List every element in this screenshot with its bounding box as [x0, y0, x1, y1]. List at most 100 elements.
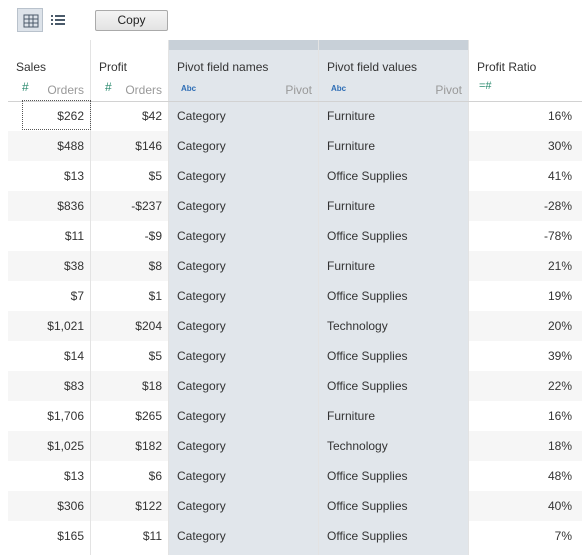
- cell-pivot-field-name[interactable]: Category: [177, 221, 312, 251]
- cell-pivot-field-value[interactable]: Office Supplies: [327, 221, 462, 251]
- cell-sales[interactable]: $306: [14, 491, 84, 521]
- table-row[interactable]: $836 -$237 Category Furniture -28%: [8, 191, 582, 221]
- table-row[interactable]: $1,025 $182 Category Technology 18%: [8, 431, 582, 461]
- table-row[interactable]: $1,706 $265 Category Furniture 16%: [8, 401, 582, 431]
- cell-pivot-field-name[interactable]: Category: [177, 431, 312, 461]
- table-row[interactable]: $488 $146 Category Furniture 30%: [8, 131, 582, 161]
- cell-profit[interactable]: $6: [96, 461, 162, 491]
- table-row[interactable]: $306 $122 Category Office Supplies 40%: [8, 491, 582, 521]
- cell-profit-ratio[interactable]: 16%: [474, 401, 572, 431]
- cell-pivot-field-value[interactable]: Furniture: [327, 101, 462, 131]
- cell-profit[interactable]: $265: [96, 401, 162, 431]
- cell-profit[interactable]: $1: [96, 281, 162, 311]
- cell-pivot-field-value[interactable]: Office Supplies: [327, 371, 462, 401]
- table-row[interactable]: $83 $18 Category Office Supplies 22%: [8, 371, 582, 401]
- cell-profit-ratio[interactable]: 19%: [474, 281, 572, 311]
- cell-sales[interactable]: $1,021: [14, 311, 84, 341]
- table-row[interactable]: $165 $11 Category Office Supplies 7%: [8, 521, 582, 551]
- cell-profit[interactable]: $204: [96, 311, 162, 341]
- table-row[interactable]: $11 -$9 Category Office Supplies -78%: [8, 221, 582, 251]
- cell-profit[interactable]: $18: [96, 371, 162, 401]
- cell-sales[interactable]: $38: [14, 251, 84, 281]
- cell-pivot-field-name[interactable]: Category: [177, 311, 312, 341]
- cell-pivot-field-name[interactable]: Category: [177, 401, 312, 431]
- cell-profit[interactable]: $11: [96, 521, 162, 551]
- column-name: Sales: [16, 60, 47, 74]
- cell-sales[interactable]: $488: [14, 131, 84, 161]
- cell-pivot-field-value[interactable]: Office Supplies: [327, 341, 462, 371]
- cell-profit-ratio[interactable]: 18%: [474, 431, 572, 461]
- cell-sales[interactable]: $836: [14, 191, 84, 221]
- grid-view-button[interactable]: [17, 8, 43, 32]
- cell-pivot-field-value[interactable]: Technology: [327, 431, 462, 461]
- cell-profit[interactable]: $5: [96, 161, 162, 191]
- cell-profit[interactable]: $182: [96, 431, 162, 461]
- cell-sales[interactable]: $1,025: [14, 431, 84, 461]
- cell-sales[interactable]: $14: [14, 341, 84, 371]
- column-name: Profit Ratio: [477, 60, 537, 74]
- cell-profit-ratio[interactable]: 7%: [474, 521, 572, 551]
- cell-sales[interactable]: $7: [14, 281, 84, 311]
- cell-profit[interactable]: -$9: [96, 221, 162, 251]
- table-row[interactable]: $13 $6 Category Office Supplies 48%: [8, 461, 582, 491]
- cell-pivot-field-name[interactable]: Category: [177, 251, 312, 281]
- cell-profit-ratio[interactable]: 41%: [474, 161, 572, 191]
- cell-profit-ratio[interactable]: -28%: [474, 191, 572, 221]
- cell-pivot-field-value[interactable]: Office Supplies: [327, 461, 462, 491]
- cell-sales[interactable]: $1,706: [14, 401, 84, 431]
- cell-pivot-field-value[interactable]: Office Supplies: [327, 161, 462, 191]
- cell-pivot-field-value[interactable]: Furniture: [327, 191, 462, 221]
- cell-profit-ratio[interactable]: 39%: [474, 341, 572, 371]
- column-header-sales[interactable]: Sales # Orders: [8, 50, 90, 101]
- table-row[interactable]: $7 $1 Category Office Supplies 19%: [8, 281, 582, 311]
- cell-pivot-field-value[interactable]: Office Supplies: [327, 491, 462, 521]
- cell-pivot-field-name[interactable]: Category: [177, 521, 312, 551]
- cell-pivot-field-name[interactable]: Category: [177, 131, 312, 161]
- cell-profit-ratio[interactable]: 20%: [474, 311, 572, 341]
- cell-profit-ratio[interactable]: 21%: [474, 251, 572, 281]
- cell-profit-ratio[interactable]: 40%: [474, 491, 572, 521]
- table-row[interactable]: $14 $5 Category Office Supplies 39%: [8, 341, 582, 371]
- cell-pivot-field-name[interactable]: Category: [177, 161, 312, 191]
- cell-pivot-field-name[interactable]: Category: [177, 461, 312, 491]
- cell-sales[interactable]: $13: [14, 461, 84, 491]
- cell-pivot-field-name[interactable]: Category: [177, 281, 312, 311]
- column-header-profit-ratio[interactable]: Profit Ratio =#: [469, 50, 582, 101]
- cell-pivot-field-value[interactable]: Office Supplies: [327, 281, 462, 311]
- cell-pivot-field-name[interactable]: Category: [177, 191, 312, 221]
- cell-pivot-field-value[interactable]: Furniture: [327, 251, 462, 281]
- table-row[interactable]: $38 $8 Category Furniture 21%: [8, 251, 582, 281]
- copy-button[interactable]: Copy: [95, 10, 168, 31]
- cell-profit[interactable]: $8: [96, 251, 162, 281]
- table-row[interactable]: $1,021 $204 Category Technology 20%: [8, 311, 582, 341]
- cell-sales[interactable]: $83: [14, 371, 84, 401]
- cell-pivot-field-name[interactable]: Category: [177, 341, 312, 371]
- cell-pivot-field-value[interactable]: Office Supplies: [327, 521, 462, 551]
- cell-profit[interactable]: $122: [96, 491, 162, 521]
- cell-profit-ratio[interactable]: 48%: [474, 461, 572, 491]
- cell-profit-ratio[interactable]: 30%: [474, 131, 572, 161]
- cell-profit[interactable]: $146: [96, 131, 162, 161]
- cell-profit[interactable]: -$237: [96, 191, 162, 221]
- table-row[interactable]: $262 $42 Category Furniture 16%: [8, 101, 582, 131]
- cell-profit[interactable]: $42: [96, 101, 162, 131]
- cell-profit-ratio[interactable]: -78%: [474, 221, 572, 251]
- cell-pivot-field-value[interactable]: Furniture: [327, 131, 462, 161]
- string-type-icon: Abc: [331, 84, 347, 93]
- cell-pivot-field-value[interactable]: Furniture: [327, 401, 462, 431]
- column-header-profit[interactable]: Profit # Orders: [90, 50, 168, 101]
- cell-sales[interactable]: $13: [14, 161, 84, 191]
- column-header-pivot-field-values[interactable]: Pivot field values Abc Pivot: [319, 50, 468, 101]
- cell-profit-ratio[interactable]: 22%: [474, 371, 572, 401]
- column-header-pivot-field-names[interactable]: Pivot field names Abc Pivot: [169, 50, 318, 101]
- cell-sales[interactable]: $11: [14, 221, 84, 251]
- list-view-button[interactable]: [45, 8, 71, 32]
- cell-pivot-field-name[interactable]: Category: [177, 371, 312, 401]
- cell-sales[interactable]: $165: [14, 521, 84, 551]
- cell-profit[interactable]: $5: [96, 341, 162, 371]
- table-row[interactable]: $13 $5 Category Office Supplies 41%: [8, 161, 582, 191]
- cell-pivot-field-value[interactable]: Technology: [327, 311, 462, 341]
- cell-profit-ratio[interactable]: 16%: [474, 101, 572, 131]
- cell-pivot-field-name[interactable]: Category: [177, 101, 312, 131]
- cell-pivot-field-name[interactable]: Category: [177, 491, 312, 521]
